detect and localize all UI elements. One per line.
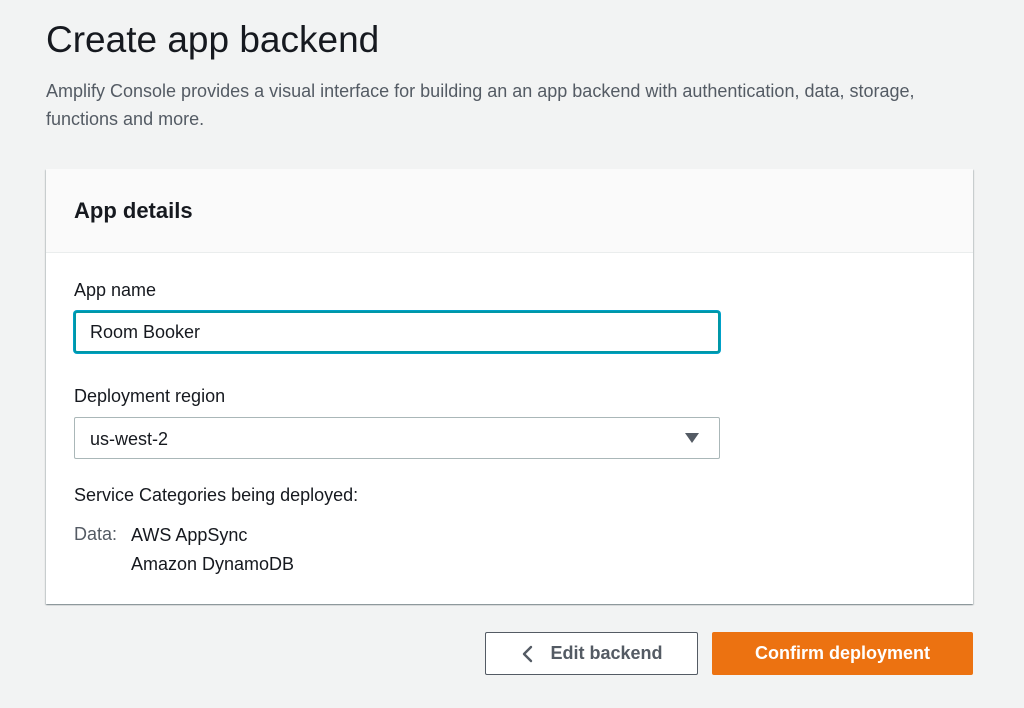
deployment-region-value: us-west-2 (90, 429, 169, 449)
panel-title: App details (74, 198, 193, 223)
category-value: AWS AppSync (131, 525, 248, 545)
panel-header: App details (46, 169, 973, 253)
confirm-deployment-label: Confirm deployment (754, 643, 930, 663)
category-value: Amazon DynamoDB (131, 554, 295, 574)
caret-down-icon (685, 433, 699, 443)
edit-backend-button[interactable]: Edit backend (485, 632, 698, 675)
edit-backend-label: Edit backend (550, 643, 663, 663)
chevron-left-icon (523, 645, 533, 662)
service-categories-heading: Service Categories being deployed: (74, 485, 359, 505)
page-title: Create app backend (46, 19, 380, 60)
page-description: Amplify Console provides a visual interf… (46, 81, 915, 129)
deployment-region-select[interactable]: us-west-2 (74, 417, 720, 459)
category-values: AWS AppSync Amazon DynamoDB (131, 521, 294, 579)
category-key: Data: (74, 524, 118, 544)
app-name-label: App name (74, 280, 157, 300)
app-details-panel: App details App name Deployment region u… (46, 169, 973, 604)
confirm-deployment-button[interactable]: Confirm deployment (712, 632, 973, 675)
deployment-region-label: Deployment region (74, 386, 226, 406)
app-name-input[interactable] (74, 311, 720, 353)
